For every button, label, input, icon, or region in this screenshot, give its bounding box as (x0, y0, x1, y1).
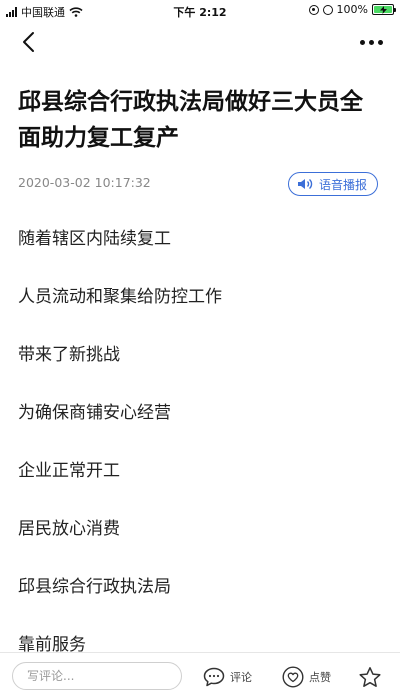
orientation-lock-icon (308, 4, 319, 15)
like-button[interactable]: 点赞 (282, 662, 331, 692)
back-button[interactable] (14, 28, 42, 56)
article-paragraph: 人员流动和聚集给防控工作 (18, 287, 222, 307)
comment-button[interactable]: 评论 (203, 662, 252, 692)
publish-time: 2020-03-02 10:17:32 (18, 175, 151, 190)
article-meta: 2020-03-02 10:17:32 语音播报 (18, 172, 382, 196)
tts-button[interactable]: 语音播报 (287, 172, 378, 196)
speaker-icon (297, 178, 313, 190)
alarm-icon (322, 4, 333, 15)
comment-input[interactable] (12, 662, 182, 690)
article-paragraph: 随着辖区内陆续复工 (18, 229, 171, 249)
article-title: 邱县综合行政执法局做好三大员全面助力复工复产 (18, 89, 363, 151)
status-bar: 中国联通 下午 2:12 100% (0, 0, 400, 22)
heart-icon (282, 666, 304, 688)
like-label: 点赞 (309, 671, 331, 684)
tts-label: 语音播报 (318, 177, 367, 192)
article-body: 随着辖区内陆续复工 人员流动和聚集给防控工作 带来了新挑战 为确保商铺安心经营 … (18, 218, 382, 682)
status-right: 100% (308, 3, 396, 16)
charging-bolt-icon (379, 5, 387, 14)
battery-icon (372, 4, 396, 15)
battery-fill (374, 5, 392, 14)
bottom-bar: 评论 点赞 (0, 652, 400, 700)
article-paragraph: 为确保商铺安心经营 (18, 403, 171, 423)
comment-icon (203, 667, 225, 687)
nav-bar (0, 22, 400, 62)
article-paragraph: 邱县综合行政执法局 (18, 577, 171, 597)
favorite-button[interactable] (358, 662, 382, 692)
battery-percent: 100% (336, 3, 368, 16)
chevron-left-icon (23, 32, 34, 52)
article-paragraph: 居民放心消费 (18, 519, 120, 539)
article-paragraph: 带来了新挑战 (18, 345, 120, 365)
comment-label: 评论 (230, 671, 252, 684)
star-icon (359, 666, 381, 687)
more-dot (377, 39, 383, 45)
article-paragraph: 企业正常开工 (18, 461, 120, 481)
more-dot (368, 39, 374, 45)
more-dot (359, 39, 365, 45)
more-button[interactable] (354, 28, 388, 56)
